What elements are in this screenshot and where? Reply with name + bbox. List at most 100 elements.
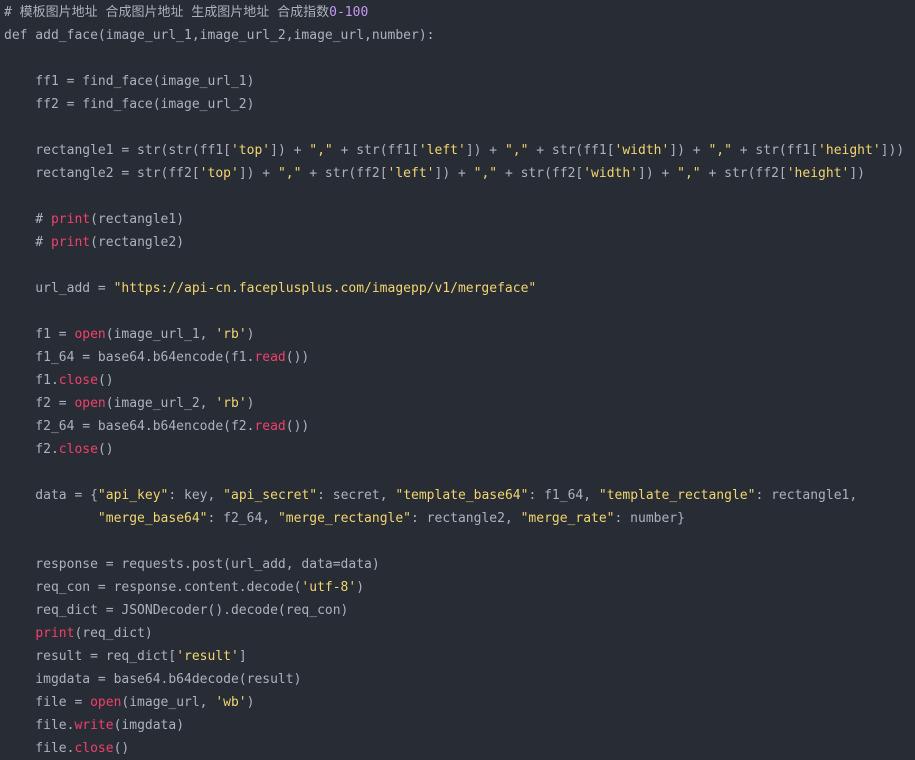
code-token-plain: : f1_64,	[528, 488, 599, 503]
code-token-plain: ()	[97, 442, 114, 457]
code-token-plain: req_con = response.content.decode(	[4, 580, 302, 595]
code-token-plain: f2_64 = base64.b64encode(f2.	[4, 419, 255, 434]
code-token-plain: f1_64 = base64.b64encode(f1.	[4, 350, 255, 365]
code-token-string: 'top'	[230, 143, 271, 158]
code-token-comment: # 模板图片地址 合成图片地址 生成图片地址 合成指数	[4, 5, 330, 20]
code-line: rectangle1 = str(str(ff1['top' ]) + "," +…	[4, 139, 904, 162]
code-token-plain: : key,	[168, 488, 224, 503]
code-line: file.close()	[4, 737, 904, 760]
code-line: def add_face(image_url_1,image_url_2,ima…	[4, 24, 904, 47]
code-token-plain: f1.	[4, 373, 59, 388]
code-token-builtin: close	[58, 442, 98, 457]
code-token-plain: )	[246, 695, 255, 710]
code-token-plain: response = requests.post(url_add, data=d…	[4, 557, 380, 572]
code-token-builtin: print	[50, 235, 91, 250]
code-token-string: 'top'	[199, 166, 239, 181]
code-token-string: "api_secret"	[223, 488, 318, 503]
code-block: # 模板图片地址 合成图片地址 生成图片地址 合成指数0-100 def add_…	[4, 1, 904, 760]
code-token-number: 0-100	[329, 5, 369, 20]
code-token-builtin: write	[74, 718, 114, 733]
code-token-plain: (req_dict)	[74, 626, 153, 641]
code-line: f2.close()	[4, 438, 904, 461]
code-line: ff1 = find_face(image_url_1)	[4, 70, 904, 93]
code-line: file.write(imgdata)	[4, 714, 904, 737]
code-token-builtin: open	[74, 396, 106, 411]
code-token-plain: + str(ff2[	[301, 166, 388, 181]
code-token-string: 'rb'	[215, 327, 247, 342]
code-token-plain: )	[246, 396, 255, 411]
code-token-plain: ]) +	[434, 166, 474, 181]
code-token-plain: rectangle1 = str(str(ff1[	[4, 143, 231, 158]
code-token-plain: + str(ff1[	[528, 143, 615, 158]
code-token-plain: (image_url,	[121, 695, 216, 710]
code-token-plain: (image_url_2,	[105, 396, 216, 411]
code-token-builtin: print	[35, 626, 75, 641]
code-line: data = {"api_key": key, "api_secret": se…	[4, 484, 904, 507]
code-token-plain: file.	[4, 718, 75, 733]
code-token-plain: + str(ff1[	[332, 143, 419, 158]
code-token-string: "template_rectangle"	[598, 488, 756, 503]
code-token-plain: : rectangle2,	[411, 511, 521, 526]
code-token-plain: imgdata = base64.b64decode(result)	[4, 672, 302, 687]
code-token-string: 'width'	[614, 143, 670, 158]
code-token-comment: #	[4, 235, 51, 250]
code-token-plain: + str(ff1[	[731, 143, 819, 158]
code-token-plain: result = req_dict[	[4, 649, 177, 664]
code-token-string: "merge_rectangle"	[277, 511, 412, 526]
code-token-plain: ]) +	[638, 166, 678, 181]
code-token-plain: file.	[4, 741, 75, 756]
code-token-plain: f2.	[4, 442, 59, 457]
code-token-plain: f1 =	[4, 327, 75, 342]
code-token-string: ","	[504, 143, 529, 158]
code-token-plain: f2 =	[4, 396, 75, 411]
code-token-plain: (image_url_1,	[105, 327, 216, 342]
code-token-plain: ())	[285, 350, 310, 365]
code-token-string: ","	[473, 166, 498, 181]
code-line: ff2 = find_face(image_url_2)	[4, 93, 904, 116]
code-token-builtin: read	[254, 350, 286, 365]
code-token-plain: url_add =	[4, 281, 114, 296]
code-token-plain: file =	[4, 695, 91, 710]
code-token-builtin: read	[254, 419, 286, 434]
code-line: "merge_base64": f2_64, "merge_rectangle"…	[4, 507, 904, 530]
code-token-string: "https://api-cn.faceplusplus.com/imagepp…	[113, 281, 537, 296]
code-token-plain: ff1 = find_face(image_url_1)	[4, 74, 255, 89]
code-token-plain: + str(ff2[	[497, 166, 584, 181]
code-token-string: 'left'	[418, 143, 466, 158]
code-token-plain: ]) +	[465, 143, 505, 158]
code-token-string: "template_base64"	[395, 488, 529, 503]
code-token-string: 'width'	[583, 166, 639, 181]
code-token-plain: ]	[238, 649, 247, 664]
code-token-plain: def add_face(image_url_1,image_url_2,ima…	[4, 28, 435, 43]
code-token-string: 'height'	[818, 143, 881, 158]
code-token-string: 'left'	[387, 166, 435, 181]
code-line: response = requests.post(url_add, data=d…	[4, 553, 904, 576]
code-token-string: 'utf-8'	[301, 580, 357, 595]
code-token-string: 'height'	[786, 166, 850, 181]
code-line: # 模板图片地址 合成图片地址 生成图片地址 合成指数0-100	[4, 1, 904, 24]
code-token-string: 'result'	[176, 649, 239, 664]
code-line: file = open(image_url, 'wb')	[4, 691, 904, 714]
code-token-plain: ()	[113, 741, 130, 756]
code-token-plain: + str(ff2[	[700, 166, 787, 181]
code-line: f2 = open(image_url_2, 'rb')	[4, 392, 904, 415]
code-token-plain: (imgdata)	[113, 718, 185, 733]
code-line: url_add = "https://api-cn.faceplusplus.c…	[4, 277, 904, 300]
code-line: imgdata = base64.b64decode(result)	[4, 668, 904, 691]
code-token-plain: : secret,	[317, 488, 396, 503]
code-line: req_con = response.content.decode('utf-8…	[4, 576, 904, 599]
code-token-plain: ())	[285, 419, 310, 434]
code-line: # print(rectangle2)	[4, 231, 904, 254]
code-line: f1_64 = base64.b64encode(f1.read())	[4, 346, 904, 369]
code-token-plain: : rectangle1,	[755, 488, 858, 503]
code-token-plain: ]))	[880, 143, 905, 158]
code-token-plain: (rectangle2)	[90, 235, 185, 250]
code-token-plain: )	[356, 580, 365, 595]
code-line: f2_64 = base64.b64encode(f2.read())	[4, 415, 904, 438]
